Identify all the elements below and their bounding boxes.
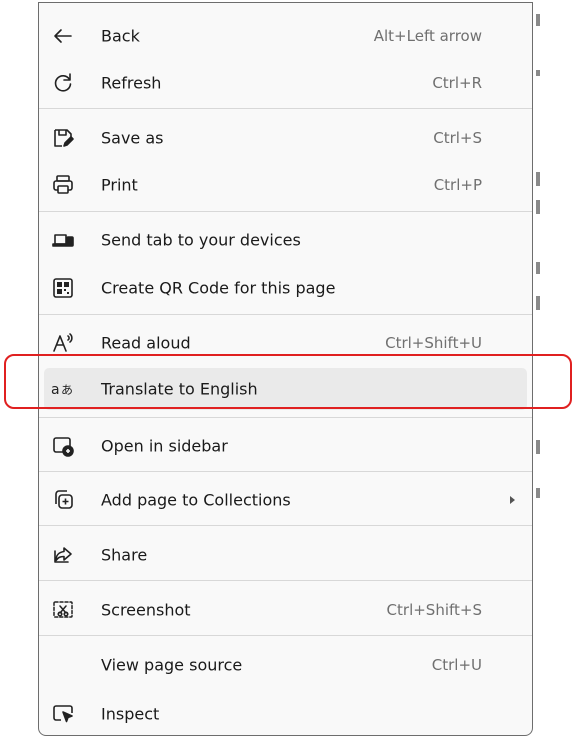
share-icon [51, 543, 75, 567]
menu-item-label: Open in sidebar [101, 436, 228, 456]
menu-separator [39, 635, 532, 636]
menu-separator [39, 108, 532, 109]
menu-separator [39, 471, 532, 472]
refresh-icon [51, 71, 75, 95]
menu-item-label: Print [101, 175, 138, 195]
menu-item-shortcut: Ctrl+Shift+S [386, 601, 482, 619]
menu-item-label: View page source [101, 655, 243, 675]
menu-item-back[interactable]: Back Alt+Left arrow [39, 13, 532, 59]
menu-item-share[interactable]: Share [39, 532, 532, 578]
menu-item-shortcut: Ctrl+R [432, 74, 482, 92]
menu-item-add-to-collections[interactable]: Add page to Collections [39, 477, 532, 523]
menu-item-label: Read aloud [101, 333, 191, 353]
menu-item-label: Back [101, 26, 140, 46]
menu-item-shortcut: Ctrl+Shift+U [385, 334, 482, 352]
menu-item-send-tab[interactable]: Send tab to your devices [39, 217, 532, 263]
menu-item-open-in-sidebar[interactable]: Open in sidebar [39, 423, 532, 469]
screenshot-icon [51, 598, 75, 622]
menu-item-translate[interactable]: a あ Translate to English [39, 366, 532, 412]
menu-item-screenshot[interactable]: Screenshot Ctrl+Shift+S [39, 587, 532, 633]
menu-item-label: Save as [101, 128, 164, 148]
menu-item-shortcut: Ctrl+S [433, 129, 482, 147]
svg-text:a: a [51, 382, 60, 398]
back-arrow-icon [51, 24, 75, 48]
menu-separator [39, 580, 532, 581]
inspect-icon [51, 702, 75, 726]
printer-icon [51, 173, 75, 197]
menu-item-label: Translate to English [101, 379, 258, 399]
menu-item-label: Create QR Code for this page [101, 278, 336, 298]
menu-item-label: Share [101, 545, 148, 565]
menu-separator [39, 211, 532, 212]
menu-item-shortcut: Alt+Left arrow [373, 27, 482, 45]
menu-item-label: Screenshot [101, 600, 191, 620]
menu-separator [39, 314, 532, 315]
save-as-icon [51, 126, 75, 150]
menu-separator [39, 417, 532, 418]
menu-item-label: Refresh [101, 73, 162, 93]
context-menu: Back Alt+Left arrow Refresh Ctrl+R Save … [38, 2, 533, 736]
menu-item-inspect[interactable]: Inspect [39, 691, 532, 737]
menu-item-print[interactable]: Print Ctrl+P [39, 162, 532, 208]
collections-add-icon [51, 488, 75, 512]
translate-icon: a あ [51, 377, 75, 401]
menu-item-shortcut: Ctrl+U [431, 656, 482, 674]
menu-item-label: Send tab to your devices [101, 230, 301, 250]
svg-text:あ: あ [61, 383, 73, 397]
menu-item-view-source[interactable]: View page source Ctrl+U [39, 642, 532, 688]
qr-code-icon [51, 276, 75, 300]
read-aloud-icon [51, 331, 75, 355]
menu-item-qr-code[interactable]: Create QR Code for this page [39, 265, 532, 311]
menu-item-label: Add page to Collections [101, 490, 291, 510]
devices-icon [51, 228, 75, 252]
sidebar-icon [51, 434, 75, 458]
menu-item-read-aloud[interactable]: Read aloud Ctrl+Shift+U [39, 320, 532, 366]
menu-item-shortcut: Ctrl+P [433, 176, 482, 194]
background-page-edge [533, 0, 577, 741]
menu-item-save-as[interactable]: Save as Ctrl+S [39, 115, 532, 161]
menu-item-label: Inspect [101, 704, 160, 724]
chevron-right-icon [510, 496, 515, 504]
menu-item-refresh[interactable]: Refresh Ctrl+R [39, 60, 532, 106]
menu-separator [39, 525, 532, 526]
